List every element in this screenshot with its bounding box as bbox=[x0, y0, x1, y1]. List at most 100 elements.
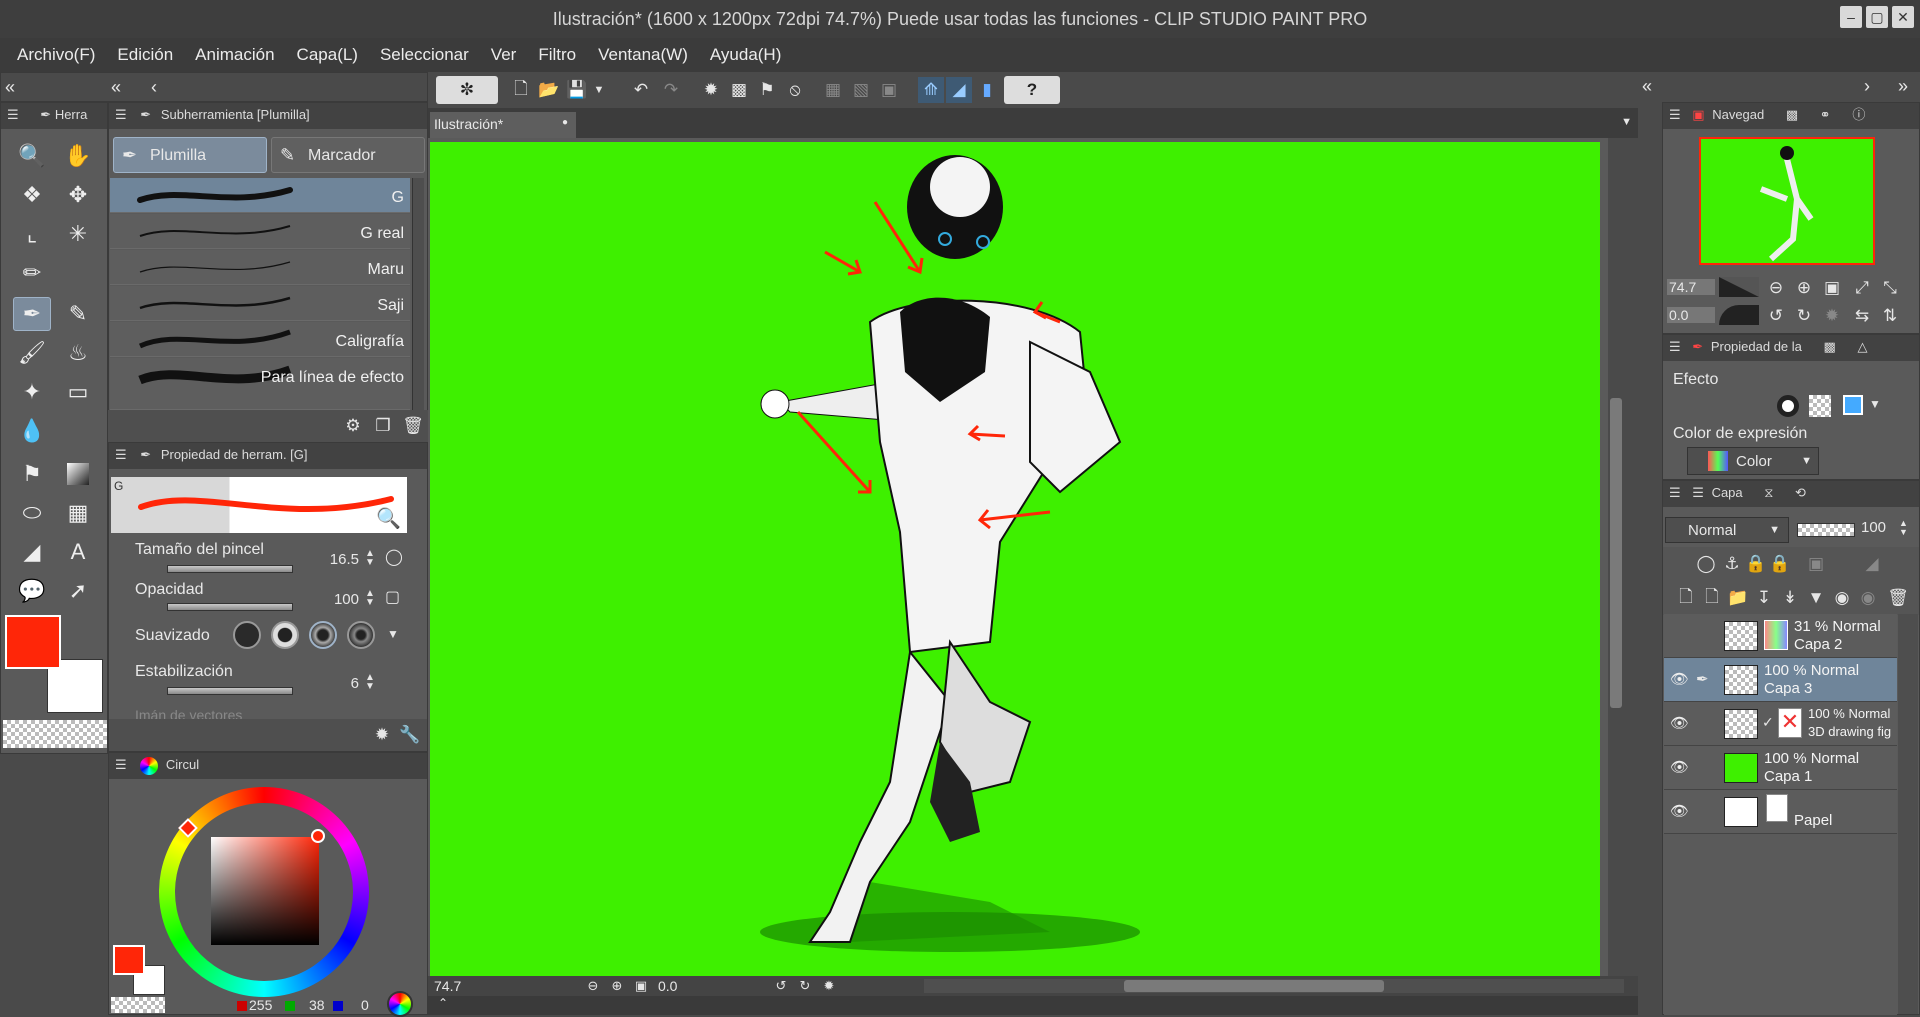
chevron-down-icon[interactable]: ▼ bbox=[387, 627, 399, 641]
menu-view[interactable]: Ver bbox=[480, 38, 528, 72]
navigator-zoom-slider[interactable] bbox=[1719, 277, 1759, 297]
tone-tab-icon[interactable]: △ bbox=[1857, 339, 1867, 354]
info-tab-icon[interactable]: ⓘ bbox=[1852, 107, 1865, 122]
chevron-down-icon[interactable]: ▼ bbox=[586, 77, 612, 103]
eye-icon[interactable]: 👁 bbox=[1670, 758, 1689, 776]
transfer-down-icon[interactable]: ↧ bbox=[1751, 585, 1777, 611]
ruler-tool-icon[interactable]: ◢ bbox=[13, 535, 51, 569]
move-layer-tool-icon[interactable]: ✥ bbox=[59, 178, 97, 212]
flip-horizontal-icon[interactable]: ⇆ bbox=[1849, 303, 1875, 329]
zoom-out-icon[interactable]: ⊖ bbox=[1763, 275, 1789, 301]
gradient-tool-icon[interactable] bbox=[59, 457, 97, 491]
layer-panel-tab[interactable]: Capa bbox=[1712, 485, 1743, 500]
brush-item-g[interactable]: G bbox=[110, 178, 410, 213]
navigator-rotation-value[interactable]: 0.0 bbox=[1667, 307, 1715, 323]
brush-item-caligrafia[interactable]: Caligrafía bbox=[110, 322, 410, 357]
deselect-icon[interactable]: ▦ bbox=[820, 77, 846, 103]
border-effect-icon[interactable] bbox=[1777, 395, 1799, 417]
opacity-value[interactable]: 100 bbox=[309, 591, 359, 608]
brush-item-efecto[interactable]: Para línea de efecto bbox=[110, 358, 410, 410]
smoothing-strong-icon[interactable] bbox=[347, 621, 375, 649]
expand-right-icon[interactable]: » bbox=[1898, 76, 1908, 97]
layer-scrollbar[interactable] bbox=[1898, 614, 1918, 1014]
operation-tool-icon[interactable]: ❖ bbox=[13, 178, 51, 212]
eye-icon[interactable]: 👁 bbox=[1670, 802, 1689, 820]
transparent-color-swatch[interactable] bbox=[3, 720, 107, 748]
tool-panel-tab[interactable]: Herra bbox=[55, 107, 88, 122]
layer-row-capa2[interactable]: 31 % Normal Capa 2 bbox=[1664, 614, 1897, 658]
fit-window-icon[interactable]: ⤢ bbox=[1849, 275, 1875, 301]
layer-opacity-value[interactable]: 100 bbox=[1861, 519, 1886, 536]
sv-cursor[interactable] bbox=[311, 829, 325, 843]
brush-scrollbar[interactable] bbox=[412, 178, 424, 410]
collapse-bottom-icon[interactable]: ⌃ bbox=[438, 996, 448, 1010]
frame-tool-icon[interactable]: ▦ bbox=[59, 496, 97, 530]
tab-menu-icon[interactable]: ▼ bbox=[1621, 116, 1632, 128]
spin-icon[interactable]: ▲ ▼ bbox=[365, 589, 375, 608]
figure-tool-icon[interactable]: ⬭ bbox=[13, 496, 51, 530]
layer-color-effect-icon[interactable] bbox=[1843, 395, 1863, 415]
pencil-tool-icon[interactable]: ✎ bbox=[59, 297, 97, 331]
clipping-icon[interactable]: ◯ bbox=[1693, 551, 1719, 577]
reference-layer-icon[interactable]: ⚓ bbox=[1719, 551, 1745, 577]
copy-subtool-icon[interactable]: ❐ bbox=[370, 413, 396, 439]
scale-rotate-icon[interactable]: ⦸ bbox=[782, 77, 808, 103]
menu-animation[interactable]: Animación bbox=[184, 38, 285, 72]
undo-icon[interactable]: ↶ bbox=[628, 77, 654, 103]
rotate-left-icon[interactable]: ↺ bbox=[1763, 303, 1789, 329]
help-icon[interactable]: ? bbox=[1004, 76, 1060, 104]
menu-icon[interactable]: ☰ bbox=[115, 447, 127, 462]
layer-property-tab[interactable]: Propiedad de la bbox=[1711, 339, 1802, 354]
collapse-sub-icon[interactable]: « bbox=[111, 77, 121, 98]
wrench-icon[interactable]: 🔧 bbox=[397, 722, 423, 748]
rotate-right-icon[interactable]: ↻ bbox=[1791, 303, 1817, 329]
close-icon[interactable]: ✕ bbox=[1892, 6, 1914, 28]
balloon-tool-icon[interactable]: 💬 bbox=[13, 574, 51, 608]
eyedropper-tool-icon[interactable]: ✏ bbox=[13, 256, 51, 290]
eye-icon[interactable]: 👁 bbox=[1670, 670, 1689, 688]
rotation-value[interactable]: 0.0 bbox=[658, 978, 677, 994]
tone-effect-icon[interactable] bbox=[1809, 395, 1831, 417]
apply-mask-icon[interactable]: ◉ bbox=[1855, 585, 1881, 611]
snap-grid-icon[interactable]: ▮ bbox=[974, 77, 1000, 103]
lock-icon[interactable]: 🔒 bbox=[1743, 551, 1769, 577]
text-tool-icon[interactable]: A bbox=[59, 535, 97, 569]
auto-select-tool-icon[interactable]: ✳ bbox=[59, 217, 97, 251]
smoothing-medium-icon[interactable] bbox=[309, 621, 337, 649]
create-mask-icon[interactable]: ◉ bbox=[1829, 585, 1855, 611]
new-raster-layer-icon[interactable]: 🗋 bbox=[1673, 585, 1699, 611]
opacity-slider[interactable] bbox=[167, 603, 293, 611]
scroll-thumb[interactable] bbox=[1610, 398, 1622, 708]
layer-row-3d[interactable]: 👁 ✓ ✕ 100 % Normal 3D drawing fig bbox=[1664, 702, 1897, 746]
item-bank-tab-icon[interactable]: ⚭ bbox=[1820, 107, 1831, 122]
clear-icon[interactable]: ✹ bbox=[698, 77, 724, 103]
layer-opacity-slider[interactable] bbox=[1797, 523, 1855, 537]
chevron-left-icon[interactable]: ‹ bbox=[151, 77, 157, 98]
spin-icon[interactable]: ▲ ▼ bbox=[365, 549, 375, 568]
tab-plumilla[interactable]: ✒ Plumilla bbox=[113, 137, 267, 173]
eraser-tool-icon[interactable]: ▭ bbox=[59, 375, 97, 409]
main-color-mini[interactable] bbox=[113, 945, 145, 975]
new-file-icon[interactable]: 🗋 bbox=[508, 77, 534, 103]
canvas-area[interactable] bbox=[428, 138, 1624, 978]
subtool-settings-icon[interactable]: ⚙ bbox=[340, 413, 366, 439]
navigator-preview[interactable] bbox=[1699, 137, 1875, 265]
invert-selection-icon[interactable]: ▧ bbox=[848, 77, 874, 103]
layer-row-capa3[interactable]: 👁 ✒ 100 % Normal Capa 3 bbox=[1664, 658, 1897, 702]
stabilization-value[interactable]: 6 bbox=[309, 675, 359, 692]
brush-item-saji[interactable]: Saji bbox=[110, 286, 410, 321]
maximize-icon[interactable]: ▢ bbox=[1866, 6, 1888, 28]
spin-icon[interactable]: ▲ ▼ bbox=[1899, 519, 1908, 537]
canvas-hscrollbar[interactable] bbox=[924, 979, 1624, 993]
saturation-value-box[interactable] bbox=[211, 837, 319, 945]
menu-layer[interactable]: Capa(L) bbox=[286, 38, 369, 72]
delete-layer-icon[interactable]: 🗑 bbox=[1885, 585, 1911, 611]
brush-size-value[interactable]: 16.5 bbox=[309, 551, 359, 568]
hscroll-thumb[interactable] bbox=[1124, 980, 1384, 992]
flip-vertical-icon[interactable]: ⇅ bbox=[1877, 303, 1903, 329]
fill-tool-icon[interactable]: ⚑ bbox=[13, 457, 51, 491]
magnifier-icon[interactable]: 🔍 bbox=[376, 506, 401, 531]
layer-name[interactable]: Capa 3 bbox=[1764, 680, 1812, 697]
stabilization-slider[interactable] bbox=[167, 687, 293, 695]
actual-size-icon[interactable]: ▣ bbox=[1819, 275, 1845, 301]
